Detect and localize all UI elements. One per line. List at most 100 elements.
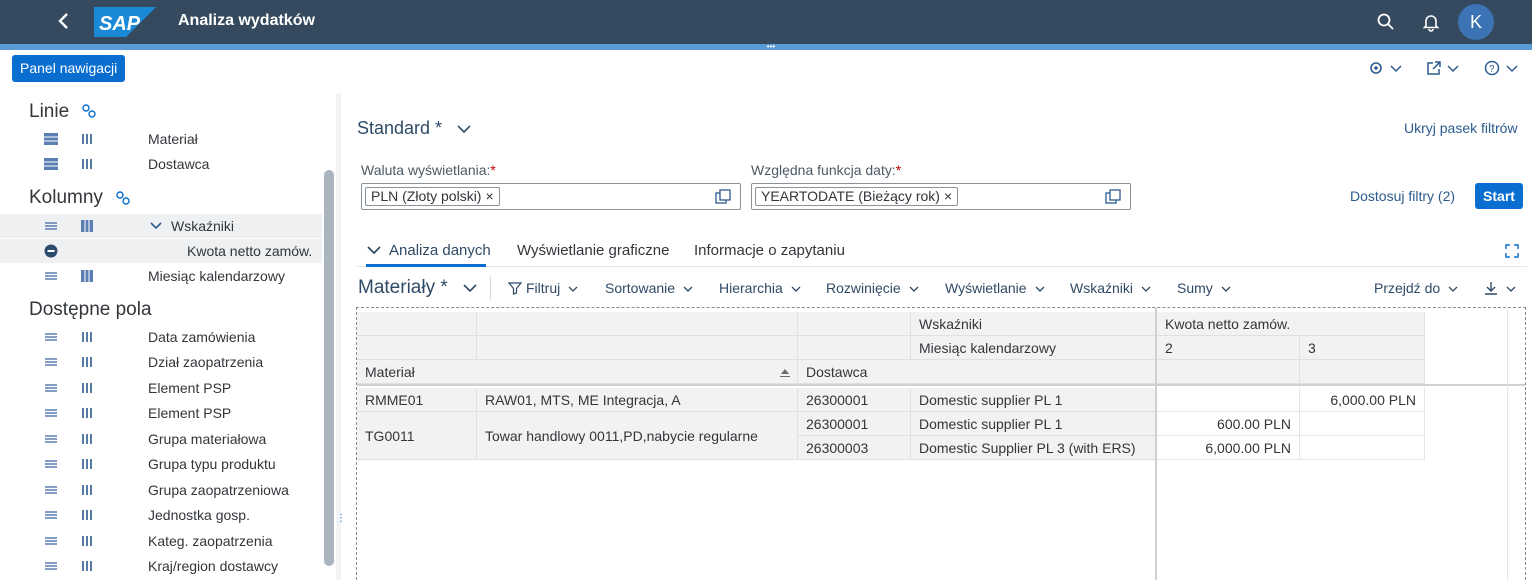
settings-icon[interactable] bbox=[81, 103, 97, 119]
user-avatar[interactable]: K bbox=[1458, 4, 1494, 40]
columns-item-keyfigures[interactable]: Wskaźniki bbox=[0, 214, 322, 238]
dimension-icon bbox=[82, 485, 92, 495]
tab-data-analysis[interactable]: Analiza danych bbox=[389, 242, 491, 259]
rows-item-label: Dostawca bbox=[148, 156, 210, 172]
hierarchy-button[interactable]: Hierarchia bbox=[719, 280, 801, 296]
columns-subitem-net-amount[interactable]: Kwota netto zamów. bbox=[0, 239, 322, 263]
fullscreen-icon[interactable] bbox=[1504, 243, 1520, 259]
lines-icon bbox=[45, 537, 57, 545]
sort-icon[interactable] bbox=[779, 368, 791, 378]
material-key-cell[interactable]: RMME01 bbox=[357, 388, 477, 412]
fixed-column-divider bbox=[1155, 308, 1157, 580]
header-material[interactable]: Materiał bbox=[357, 360, 798, 384]
share-menu-icon[interactable] bbox=[1423, 58, 1463, 78]
supplier-desc-cell[interactable]: Domestic Supplier PL 3 (with ERS) bbox=[911, 436, 1157, 460]
settings-menu-icon[interactable] bbox=[1366, 58, 1406, 78]
keyfigures-button[interactable]: Wskaźniki bbox=[1070, 280, 1151, 296]
material-desc-cell[interactable]: RAW01, MTS, ME Integracja, A bbox=[477, 388, 798, 412]
remove-icon[interactable] bbox=[44, 244, 58, 258]
header-supplier[interactable]: Dostawca bbox=[798, 360, 1157, 384]
drilldown-button[interactable]: Rozwinięcie bbox=[826, 280, 919, 296]
filter-button[interactable]: Filtruj bbox=[507, 280, 578, 296]
variant-selector[interactable]: Standard * bbox=[357, 118, 471, 139]
available-field-item[interactable]: Grupa zaopatrzeniowa bbox=[0, 478, 322, 502]
rows-item-supplier[interactable]: Dostawca bbox=[0, 152, 322, 176]
help-menu-icon[interactable]: ? bbox=[1482, 58, 1522, 78]
dimension-icon bbox=[82, 561, 92, 571]
bell-icon[interactable] bbox=[1420, 11, 1442, 33]
navigation-panel-button[interactable]: Panel nawigacji bbox=[12, 55, 126, 82]
tab-query-info[interactable]: Informacje o zapytaniu bbox=[694, 242, 845, 259]
value-cell[interactable] bbox=[1300, 412, 1425, 436]
totals-button[interactable]: Sumy bbox=[1177, 280, 1231, 296]
available-field-item[interactable]: Data zamówienia bbox=[0, 325, 322, 349]
display-button[interactable]: Wyświetlanie bbox=[945, 280, 1045, 296]
available-field-item[interactable]: Kraj/region dostawcy bbox=[0, 554, 322, 578]
available-field-item[interactable]: Grupa typu produktu bbox=[0, 452, 322, 476]
dimension-icon bbox=[82, 383, 92, 393]
available-field-item[interactable]: Dział zaopatrzenia bbox=[0, 350, 322, 374]
available-field-label: Jednostka gosp. bbox=[148, 507, 250, 523]
available-field-item[interactable]: Element PSP bbox=[0, 401, 322, 425]
value-cell[interactable] bbox=[1157, 388, 1300, 412]
section-columns-title: Kolumny bbox=[29, 187, 103, 208]
value-help-icon[interactable] bbox=[1104, 188, 1122, 206]
value-help-icon[interactable] bbox=[714, 188, 732, 206]
token-remove-icon[interactable]: × bbox=[944, 188, 952, 204]
splitter-grip-icon[interactable]: ⋮ bbox=[336, 514, 346, 524]
value-cell[interactable]: 600.00 PLN bbox=[1157, 412, 1300, 436]
available-field-item[interactable]: Jednostka gosp. bbox=[0, 503, 322, 527]
material-key-cell[interactable]: TG0011 bbox=[357, 412, 477, 460]
settings-icon[interactable] bbox=[115, 190, 131, 206]
drag-handle-icon[interactable]: ••• bbox=[762, 43, 780, 51]
scrollbar-thumb[interactable] bbox=[324, 170, 334, 566]
goto-button[interactable]: Przejdź do bbox=[1374, 280, 1458, 296]
supplier-desc-cell[interactable]: Domestic supplier PL 1 bbox=[911, 412, 1157, 436]
date-token[interactable]: YEARTODATE (Bieżący rok) × bbox=[755, 187, 959, 206]
search-icon[interactable] bbox=[1375, 11, 1397, 33]
currency-label: Waluta wyświetlania:* bbox=[361, 162, 496, 178]
panel-splitter[interactable]: ⋮ bbox=[336, 93, 346, 580]
header-net-amount[interactable]: Kwota netto zamów. bbox=[1157, 312, 1425, 336]
query-title[interactable]: Materiały * bbox=[358, 277, 477, 299]
token-remove-icon[interactable]: × bbox=[485, 188, 493, 204]
material-desc-cell[interactable]: Towar handlowy 0011,PD,nabycie regularne bbox=[477, 412, 798, 460]
header-month[interactable]: Miesiąc kalendarzowy bbox=[911, 336, 1157, 360]
start-button[interactable]: Start bbox=[1475, 183, 1523, 209]
rows-item-material[interactable]: Materiał bbox=[0, 127, 322, 151]
supplier-key-cell[interactable]: 26300001 bbox=[798, 412, 911, 436]
sap-logo[interactable]: SAP bbox=[94, 7, 156, 37]
keyfigures-label: Wskaźniki bbox=[1070, 280, 1134, 296]
columns-icon bbox=[81, 270, 93, 282]
available-field-item[interactable]: Element PSP bbox=[0, 376, 322, 400]
chevron-down-icon[interactable] bbox=[150, 221, 162, 231]
header-keyfigures[interactable]: Wskaźniki bbox=[911, 312, 1157, 336]
tab-graphical-display[interactable]: Wyświetlanie graficzne bbox=[517, 242, 669, 259]
supplier-key-cell[interactable]: 26300003 bbox=[798, 436, 911, 460]
back-icon[interactable] bbox=[52, 9, 76, 33]
currency-field[interactable]: PLN (Złoty polski) × bbox=[361, 183, 741, 210]
sort-button[interactable]: Sortowanie bbox=[605, 280, 693, 296]
header-month-3[interactable]: 3 bbox=[1300, 336, 1425, 360]
collapse-chevron-icon[interactable] bbox=[366, 244, 382, 256]
value-cell[interactable] bbox=[1300, 436, 1425, 460]
supplier-key-cell[interactable]: 26300001 bbox=[798, 388, 911, 412]
section-rows-title: Linie bbox=[29, 101, 70, 122]
date-function-field[interactable]: YEARTODATE (Bieżący rok) × bbox=[751, 183, 1131, 210]
value-cell[interactable]: 6,000.00 PLN bbox=[1300, 388, 1425, 412]
available-field-item[interactable]: Grupa materiałowa bbox=[0, 427, 322, 451]
header-material-label: Materiał bbox=[365, 364, 415, 380]
available-field-item[interactable]: Kateg. zaopatrzenia bbox=[0, 529, 322, 553]
value-cell[interactable]: 6,000.00 PLN bbox=[1157, 436, 1300, 460]
chevron-down-icon[interactable] bbox=[463, 283, 477, 293]
header-month-2[interactable]: 2 bbox=[1157, 336, 1300, 360]
adapt-filters-link[interactable]: Dostosuj filtry (2) bbox=[1350, 188, 1455, 204]
currency-token[interactable]: PLN (Złoty polski) × bbox=[365, 187, 500, 206]
hide-filter-bar-link[interactable]: Ukryj pasek filtrów bbox=[1404, 120, 1518, 136]
chevron-down-icon[interactable] bbox=[457, 124, 471, 134]
supplier-desc-cell[interactable]: Domestic supplier PL 1 bbox=[911, 388, 1157, 412]
export-button[interactable] bbox=[1484, 280, 1516, 296]
columns-item-month[interactable]: Miesiąc kalendarzowy bbox=[0, 264, 322, 288]
date-label: Względna funkcja daty:* bbox=[751, 162, 901, 178]
dimension-icon bbox=[82, 536, 92, 546]
